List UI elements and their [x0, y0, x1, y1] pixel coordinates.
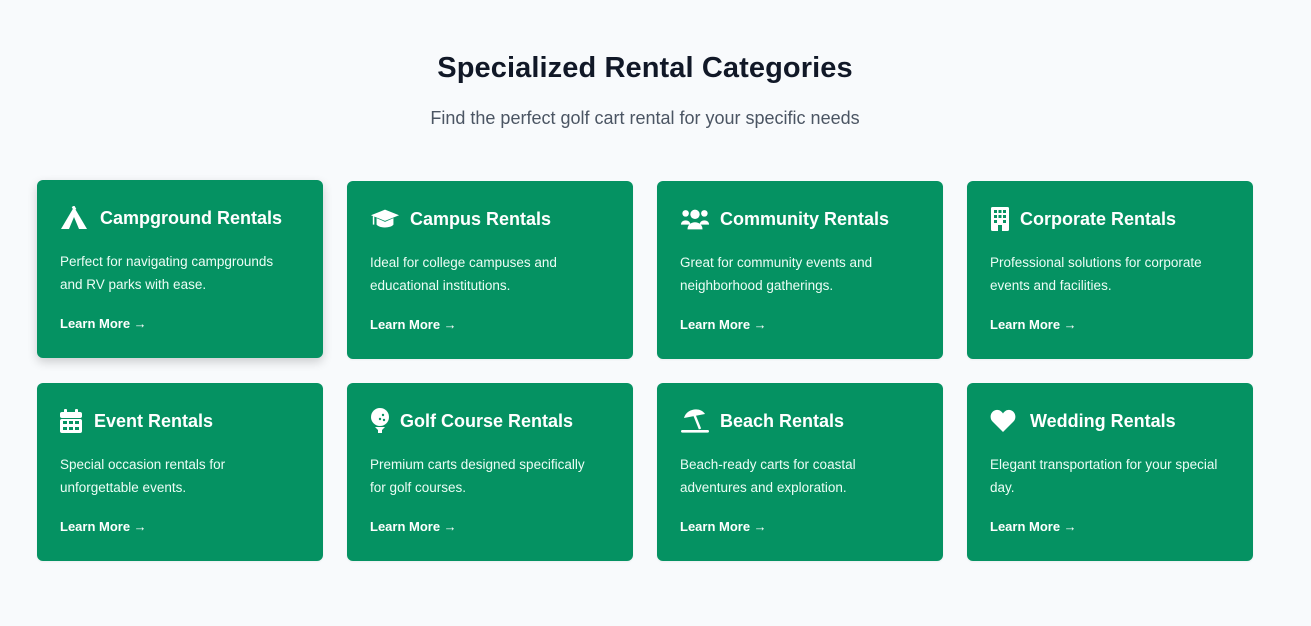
- card-header: Beach Rentals: [680, 407, 920, 435]
- building-icon: [990, 206, 1010, 232]
- card-golf-course-rentals[interactable]: Golf Course Rentals Premium carts design…: [347, 383, 633, 561]
- card-title: Event Rentals: [94, 410, 214, 431]
- card-community-rentals[interactable]: Community Rentals Great for community ev…: [657, 181, 943, 359]
- card-description: Ideal for college campuses and education…: [370, 255, 557, 293]
- card-description: Premium carts designed specifically for …: [370, 457, 585, 495]
- card-header: Event Rentals: [60, 407, 300, 435]
- rental-categories-section: Specialized Rental Categories Find the p…: [0, 0, 1311, 626]
- learn-more-link[interactable]: Learn More →: [990, 317, 1077, 332]
- users-icon: [680, 206, 710, 232]
- section-title: Specialized Rental Categories: [437, 52, 853, 84]
- calendar-icon: [60, 408, 84, 434]
- tent-icon: [60, 205, 90, 231]
- section-subtitle: Find the perfect golf cart rental for yo…: [430, 108, 860, 128]
- card-header: Golf Course Rentals: [370, 407, 610, 435]
- categories-grid: Campground Rentals Perfect for navigatin…: [37, 180, 1253, 561]
- card-campground-rentals[interactable]: Campground Rentals Perfect for navigatin…: [37, 180, 323, 358]
- card-description: Professional solutions for corporate eve…: [990, 255, 1202, 293]
- card-description: Special occasion rentals for unforgettab…: [60, 457, 226, 495]
- card-corporate-rentals[interactable]: Corporate Rentals Professional solutions…: [967, 181, 1253, 359]
- graduation-cap-icon: [370, 206, 400, 232]
- card-description: Beach-ready carts for coastal adventures…: [680, 457, 856, 495]
- card-title: Campground Rentals: [100, 207, 283, 228]
- card-title: Wedding Rentals: [1030, 410, 1176, 431]
- card-description: Perfect for navigating campgrounds and R…: [60, 254, 274, 292]
- card-title: Campus Rentals: [410, 208, 552, 229]
- learn-more-link[interactable]: Learn More →: [370, 519, 457, 534]
- card-header: Wedding Rentals: [990, 407, 1230, 435]
- card-title: Corporate Rentals: [1020, 208, 1177, 229]
- learn-more-link[interactable]: Learn More →: [60, 519, 147, 534]
- card-title: Beach Rentals: [720, 410, 845, 431]
- learn-more-link[interactable]: Learn More →: [370, 317, 457, 332]
- learn-more-link[interactable]: Learn More →: [60, 316, 147, 331]
- learn-more-link[interactable]: Learn More →: [680, 519, 767, 534]
- card-beach-rentals[interactable]: Beach Rentals Beach-ready carts for coas…: [657, 383, 943, 561]
- learn-more-link[interactable]: Learn More →: [680, 317, 767, 332]
- learn-more-link[interactable]: Learn More →: [990, 519, 1077, 534]
- card-campus-rentals[interactable]: Campus Rentals Ideal for college campuse…: [347, 181, 633, 359]
- card-description: Elegant transportation for your special …: [990, 457, 1218, 495]
- card-header: Campground Rentals: [60, 204, 300, 232]
- card-header: Campus Rentals: [370, 205, 610, 233]
- card-wedding-rentals[interactable]: Wedding Rentals Elegant transportation f…: [967, 383, 1253, 561]
- heart-icon: [990, 408, 1020, 434]
- card-header: Corporate Rentals: [990, 205, 1230, 233]
- card-description: Great for community events and neighborh…: [680, 255, 873, 293]
- card-title: Community Rentals: [720, 208, 890, 229]
- card-header: Community Rentals: [680, 205, 920, 233]
- card-title: Golf Course Rentals: [400, 410, 574, 431]
- umbrella-beach-icon: [680, 408, 710, 434]
- card-event-rentals[interactable]: Event Rentals Special occasion rentals f…: [37, 383, 323, 561]
- golf-ball-icon: [370, 408, 390, 434]
